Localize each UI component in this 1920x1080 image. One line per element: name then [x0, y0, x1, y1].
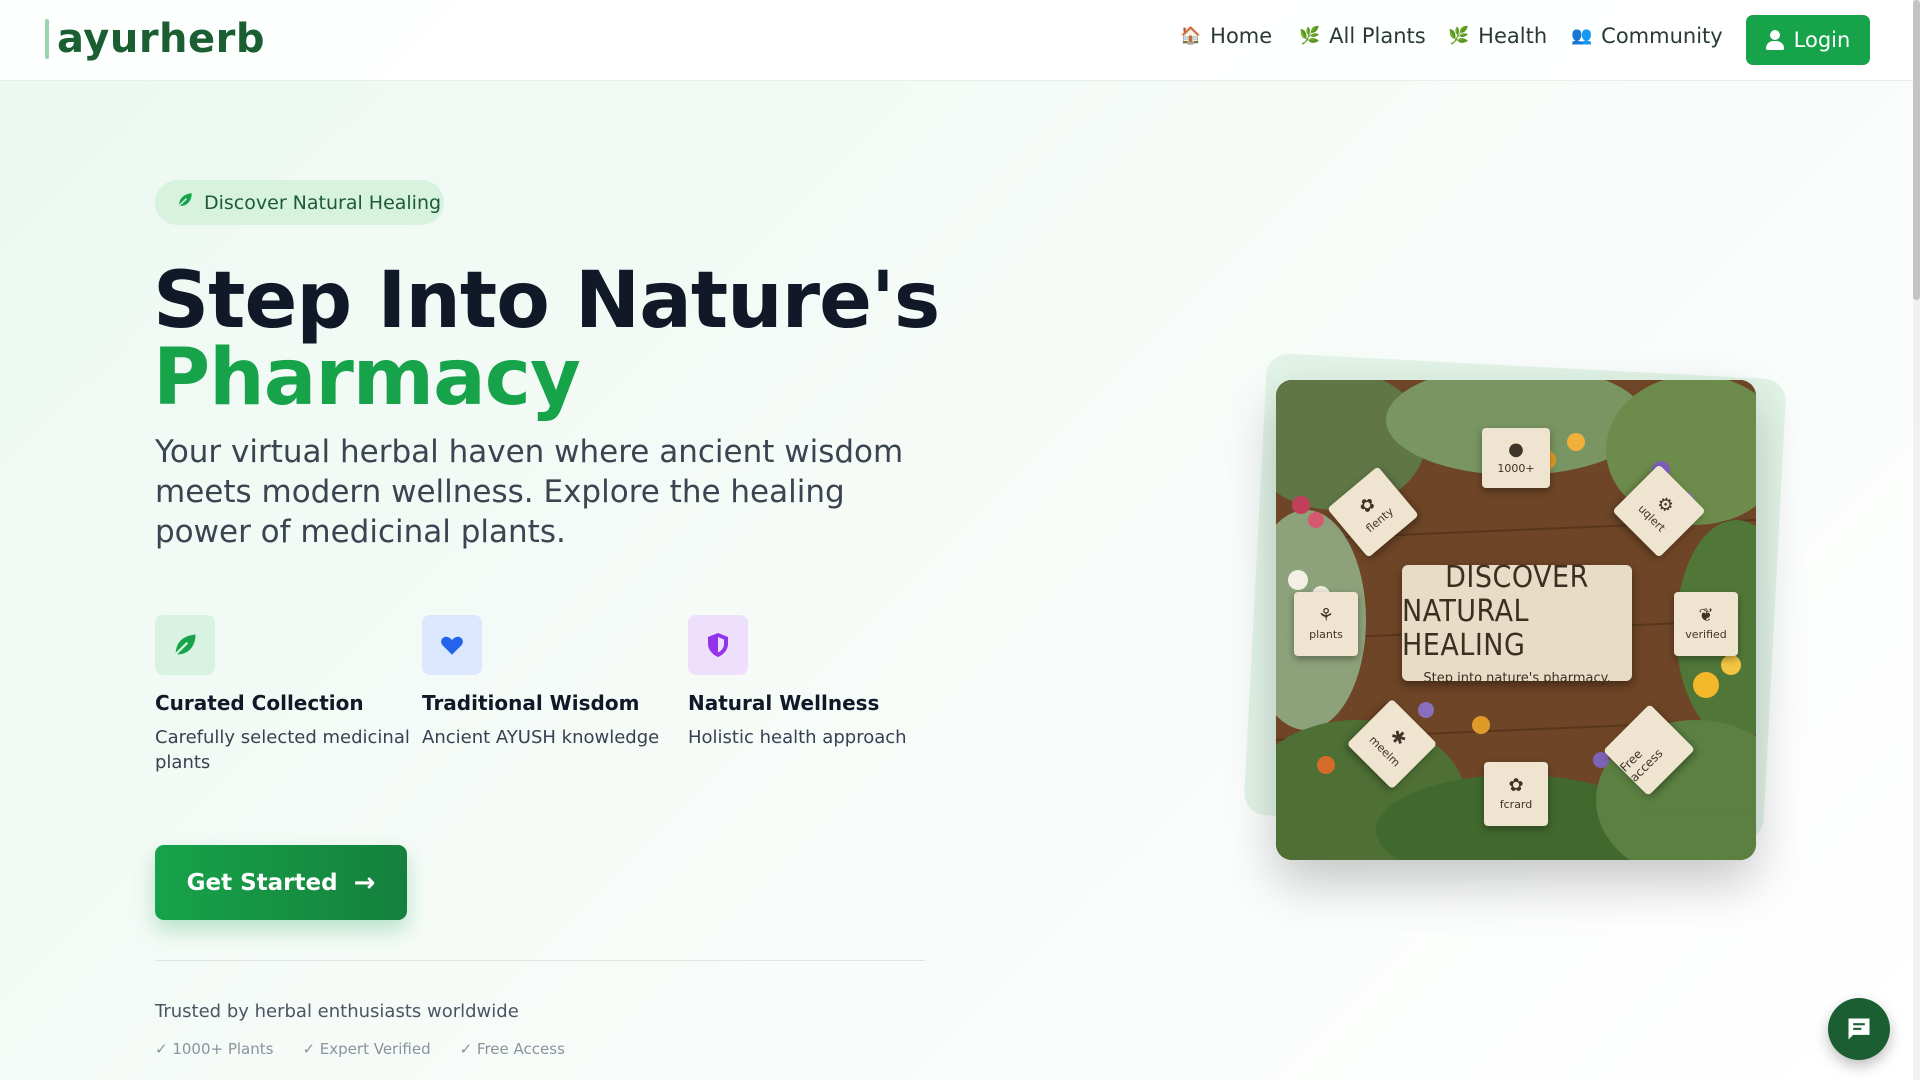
feature-curated-collection: Curated Collection Carefully selected me…	[155, 615, 415, 775]
leaves-icon: ❦	[1698, 605, 1714, 626]
lotus-icon: ✿	[1508, 775, 1524, 796]
hero-title-line2: Pharmacy	[153, 333, 581, 423]
hero-badge: Discover Natural Healing	[155, 180, 444, 225]
user-icon	[1765, 30, 1784, 50]
check-plants: ✓ 1000+ Plants	[155, 1040, 274, 1058]
feature-natural-wellness: Natural Wellness Holistic health approac…	[688, 615, 948, 750]
herb-icon: 🌿	[1448, 26, 1470, 46]
sign-line1: DISCOVER	[1445, 559, 1589, 595]
page-scrollbar[interactable]	[1913, 0, 1920, 1080]
house-icon: 🏠	[1180, 26, 1202, 46]
nav-item-label: Community	[1601, 24, 1723, 48]
sign-line3: Step into nature's pharmacy.	[1423, 670, 1611, 686]
nav-item-health[interactable]: 🌿 Health	[1448, 24, 1547, 48]
logo-text: ayurherb	[57, 16, 266, 62]
leaf-icon	[176, 191, 194, 214]
tag-verified: ❦ verified	[1674, 592, 1738, 656]
tag-fcrard: ✿ fcrard	[1484, 762, 1548, 826]
nav-item-label: All Plants	[1329, 24, 1426, 48]
speech-icon: ●	[1508, 439, 1524, 460]
sign-line2: NATURAL HEALING	[1402, 593, 1530, 663]
nav-item-label: Home	[1210, 24, 1273, 48]
check-free-access: ✓ Free Access	[459, 1040, 565, 1058]
feature-title: Traditional Wisdom	[422, 691, 640, 715]
login-label: Login	[1793, 28, 1851, 52]
get-started-button[interactable]: Get Started →	[155, 845, 407, 920]
sign-board: DISCOVER NATURAL HEALING Step into natur…	[1402, 560, 1632, 686]
herb-icon: 🌿	[1299, 26, 1321, 46]
heart-icon	[422, 615, 482, 675]
hero-subtitle: Your virtual herbal haven where ancient …	[155, 434, 904, 550]
nav-item-all-plants[interactable]: 🌿 All Plants	[1299, 24, 1426, 48]
login-button[interactable]: Login	[1746, 15, 1870, 65]
hero-image: DISCOVER NATURAL HEALING Step into natur…	[1276, 380, 1756, 860]
sprout-icon: ⚘	[1317, 605, 1335, 626]
feature-desc: Carefully selected medicinal plants	[155, 727, 410, 773]
logo-bar	[45, 19, 49, 59]
nav-item-label: Health	[1478, 24, 1548, 48]
leaf-icon	[155, 615, 215, 675]
nav-item-community[interactable]: 👥 Community	[1571, 24, 1723, 48]
badge-label: Discover Natural Healing	[204, 191, 442, 214]
arrow-right-icon: →	[353, 867, 376, 898]
feature-title: Natural Wellness	[688, 691, 880, 715]
feature-traditional-wisdom: Traditional Wisdom Ancient AYUSH knowled…	[422, 615, 682, 750]
trust-checks: ✓ 1000+ Plants ✓ Expert Verified ✓ Free …	[155, 1040, 594, 1058]
feature-desc: Ancient AYUSH knowledge	[422, 727, 660, 748]
feature-title: Curated Collection	[155, 691, 364, 715]
nav-item-home[interactable]: 🏠 Home	[1180, 24, 1272, 48]
tag-plants: ⚘ plants	[1294, 592, 1358, 656]
chat-icon	[1848, 1018, 1870, 1040]
trusted-text: Trusted by herbal enthusiasts worldwide	[155, 1001, 519, 1022]
shield-icon	[688, 615, 748, 675]
feature-desc: Holistic health approach	[688, 727, 907, 748]
chat-button[interactable]	[1828, 998, 1890, 1060]
hero-title-line1: Step Into Nature's	[153, 256, 940, 346]
people-icon: 👥	[1571, 26, 1593, 46]
tag-1000-plus: ● 1000+	[1482, 428, 1550, 488]
scrollbar-thumb[interactable]	[1913, 0, 1920, 300]
divider	[155, 960, 925, 961]
logo[interactable]: ayurherb	[45, 16, 265, 62]
check-verified: ✓ Expert Verified	[302, 1040, 431, 1058]
site-header: ayurherb 🏠 Home 🌿 All Plants 🌿 Health 👥 …	[0, 0, 1913, 81]
cta-label: Get Started	[186, 869, 338, 896]
